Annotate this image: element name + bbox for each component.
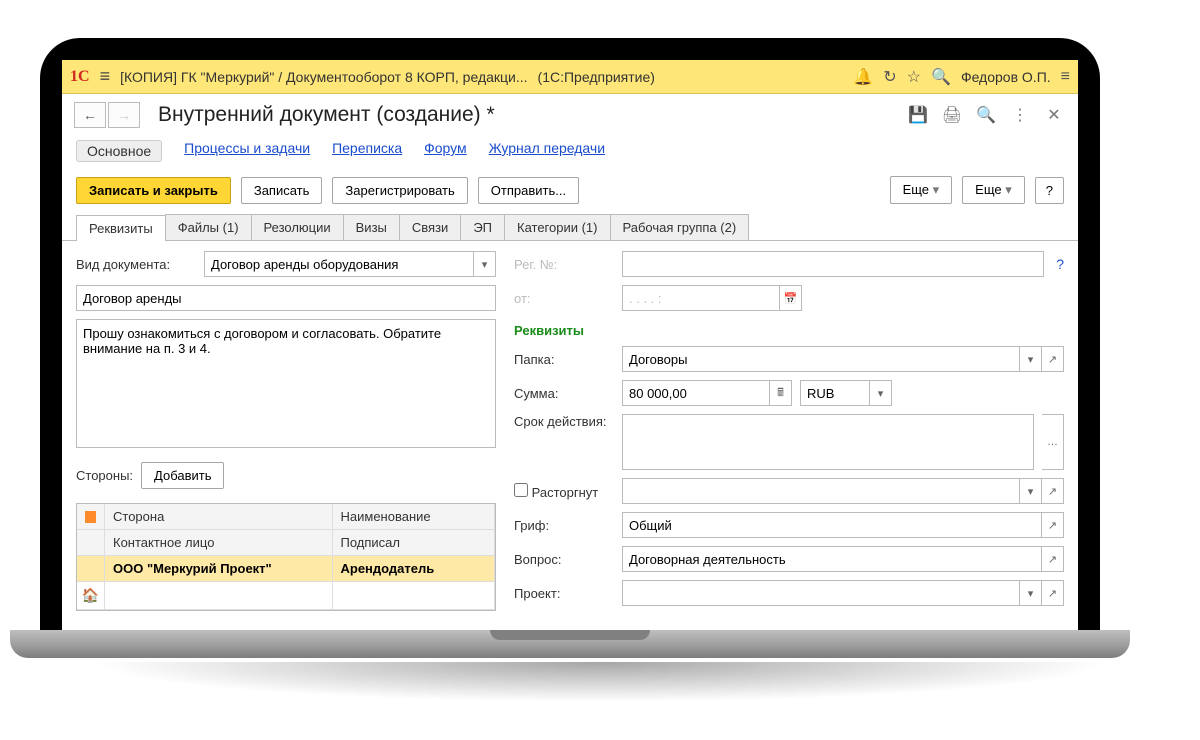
tab-visas[interactable]: Визы — [343, 214, 400, 240]
envelope-icon — [77, 504, 105, 530]
current-user[interactable]: Федоров О.П. — [961, 69, 1051, 85]
tab-links[interactable]: Связи — [399, 214, 461, 240]
doc-title-field[interactable]: Договор аренды — [76, 285, 496, 311]
back-button[interactable]: ← — [74, 102, 106, 128]
tab-ep[interactable]: ЭП — [460, 214, 505, 240]
note-field[interactable] — [76, 319, 496, 448]
tab-resolutions[interactable]: Резолюции — [251, 214, 344, 240]
currency-field[interactable]: RUB — [800, 380, 870, 406]
section-link[interactable]: Переписка — [332, 140, 402, 162]
term-label: Срок действия: — [514, 414, 614, 429]
hamburger-right-icon[interactable]: ≡ — [1061, 68, 1070, 86]
window-title: [КОПИЯ] ГК "Меркурий" / Документооборот … — [120, 69, 527, 85]
tabs: Реквизиты Файлы (1) Резолюции Визы Связи… — [62, 214, 1078, 241]
folder-open[interactable]: ↗ — [1042, 346, 1064, 372]
section-link[interactable]: Форум — [424, 140, 467, 162]
name-cell[interactable]: Арендодатель — [333, 556, 496, 582]
project-label: Проект: — [514, 586, 614, 601]
menu-icon[interactable]: ≡ — [100, 66, 111, 87]
term-field[interactable] — [622, 414, 1034, 470]
sides-table: Сторона Наименование Контактное лицо Под… — [76, 503, 496, 611]
search-icon[interactable]: 🔍 — [931, 67, 951, 87]
star-icon[interactable]: ☆ — [907, 67, 921, 87]
section-link[interactable]: Журнал передачи — [489, 140, 605, 162]
forward-button[interactable]: → — [108, 102, 140, 128]
print-icon[interactable]: 🖨 — [940, 103, 964, 127]
register-button[interactable]: Зарегистрировать — [332, 177, 467, 204]
grif-field[interactable]: Общий — [622, 512, 1042, 538]
more-button-1[interactable]: Еще — [890, 176, 953, 204]
save-icon[interactable]: 💾 — [906, 103, 930, 127]
folder-field[interactable]: Договоры — [622, 346, 1020, 372]
reg-label: Рег. №: — [514, 257, 614, 272]
calculator-icon[interactable]: 🖩 — [770, 380, 792, 406]
side-cell[interactable]: ООО "Меркурий Проект" — [105, 556, 333, 582]
tab-workgroup[interactable]: Рабочая группа (2) — [610, 214, 750, 240]
question-field[interactable]: Договорная деятельность — [622, 546, 1042, 572]
table-row[interactable] — [333, 582, 496, 610]
send-button[interactable]: Отправить... — [478, 177, 579, 204]
reg-field[interactable] — [622, 251, 1044, 277]
history-icon[interactable]: ↻ — [883, 67, 896, 87]
doc-kind-label: Вид документа: — [76, 257, 196, 272]
grif-open[interactable]: ↗ — [1042, 512, 1064, 538]
save-button[interactable]: Записать — [241, 177, 323, 204]
sum-label: Сумма: — [514, 386, 614, 401]
kebab-icon[interactable]: ⋮ — [1008, 103, 1032, 127]
tab-files[interactable]: Файлы (1) — [165, 214, 252, 240]
app-logo: 1C — [70, 68, 90, 86]
app-topbar: 1C ≡ [КОПИЯ] ГК "Меркурий" / Документооб… — [62, 60, 1078, 94]
bell-icon[interactable]: 🔔 — [853, 67, 873, 87]
add-side-button[interactable]: Добавить — [141, 462, 224, 489]
close-icon[interactable]: ✕ — [1042, 103, 1066, 127]
question-label: Вопрос: — [514, 552, 614, 567]
folder-dropdown[interactable]: ▾ — [1020, 346, 1042, 372]
page-title: Внутренний документ (создание) * — [158, 103, 896, 127]
preview-icon[interactable]: 🔍 — [974, 103, 998, 127]
section-nav: Основное Процессы и задачи Переписка Фор… — [62, 130, 1078, 170]
section-link[interactable]: Процессы и задачи — [184, 140, 310, 162]
sum-field[interactable]: 80 000,00 — [622, 380, 770, 406]
question-open[interactable]: ↗ — [1042, 546, 1064, 572]
col-side: Сторона — [105, 504, 333, 530]
currency-dropdown[interactable]: ▾ — [870, 380, 892, 406]
col-name: Наименование — [333, 504, 496, 530]
project-field[interactable] — [622, 580, 1020, 606]
from-label: от: — [514, 291, 614, 306]
home-icon: 🏠 — [82, 587, 99, 604]
tab-categories[interactable]: Категории (1) — [504, 214, 611, 240]
more-button-2[interactable]: Еще — [962, 176, 1025, 204]
tab-requisites[interactable]: Реквизиты — [76, 215, 166, 241]
section-current[interactable]: Основное — [76, 140, 162, 162]
cancelled-dropdown[interactable]: ▾ — [1020, 478, 1042, 504]
doc-kind-dropdown[interactable]: ▾ — [474, 251, 496, 277]
sides-label: Стороны: — [76, 468, 133, 483]
cancelled-open[interactable]: ↗ — [1042, 478, 1064, 504]
col-contact: Контактное лицо — [105, 530, 333, 556]
requisites-heading: Реквизиты — [514, 323, 1064, 338]
save-close-button[interactable]: Записать и закрыть — [76, 177, 231, 204]
help-button[interactable]: ? — [1035, 177, 1064, 204]
cancelled-label: Расторгнут — [532, 485, 599, 500]
cancelled-checkbox[interactable] — [514, 483, 528, 497]
term-more[interactable]: … — [1042, 414, 1064, 470]
col-signed: Подписал — [333, 530, 496, 556]
cancelled-row: Расторгнут — [514, 483, 614, 500]
grif-label: Гриф: — [514, 518, 614, 533]
project-dropdown[interactable]: ▾ — [1020, 580, 1042, 606]
folder-label: Папка: — [514, 352, 614, 367]
doc-kind-field[interactable]: Договор аренды оборудования — [204, 251, 474, 277]
calendar-icon[interactable]: 📅 — [780, 285, 802, 311]
product-name: (1С:Предприятие) — [538, 69, 655, 85]
date-field[interactable]: . . . . : — [622, 285, 780, 311]
project-open[interactable]: ↗ — [1042, 580, 1064, 606]
table-row[interactable] — [105, 582, 333, 610]
help-icon[interactable]: ? — [1056, 256, 1064, 272]
cancelled-field[interactable] — [622, 478, 1020, 504]
